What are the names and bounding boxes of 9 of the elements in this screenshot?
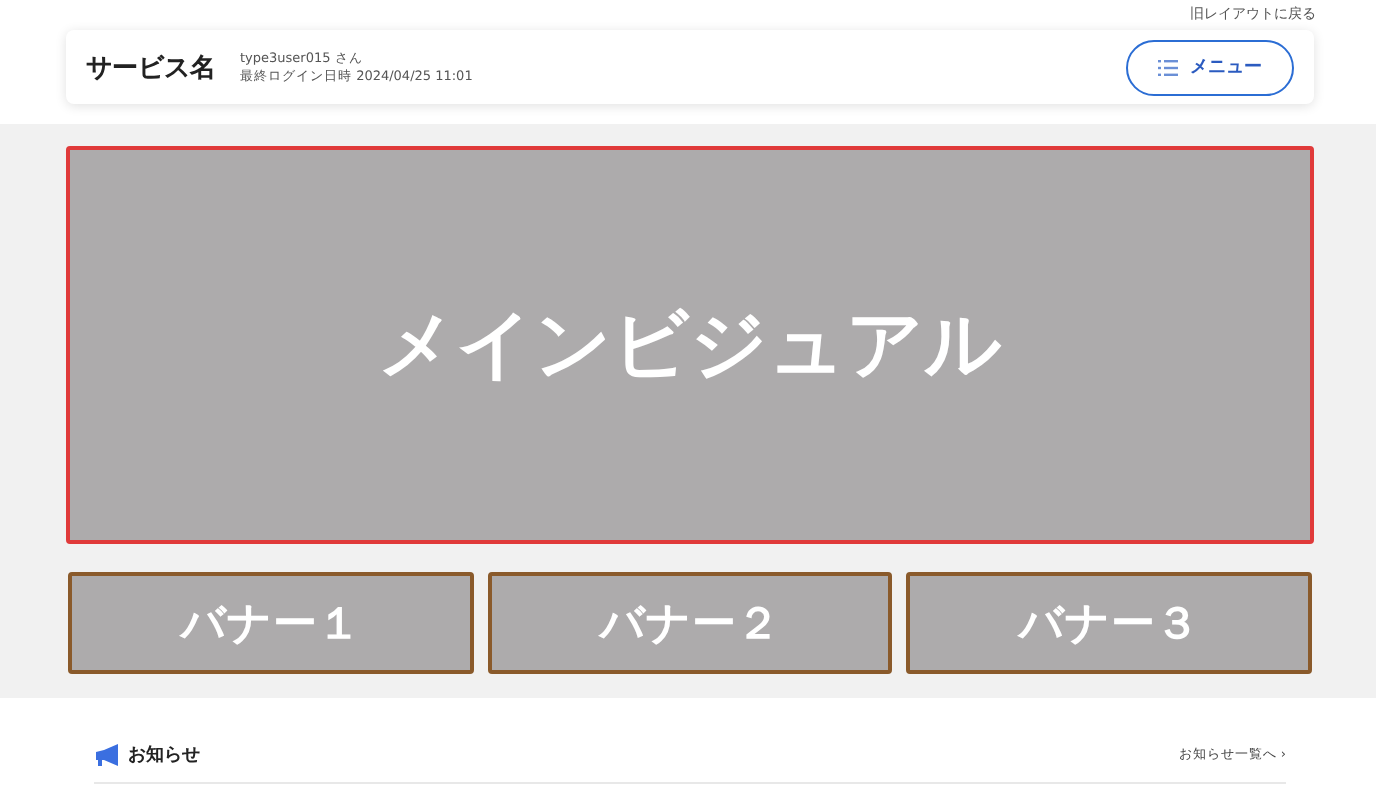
news-title: お知らせ <box>128 743 200 768</box>
service-name: サービス名 <box>86 51 216 85</box>
banner-placeholder[interactable]: バナー３ <box>906 572 1313 674</box>
banner-placeholder[interactable]: バナー１ <box>68 572 474 674</box>
menu-button[interactable]: メニュー <box>1126 39 1294 95</box>
list-icon <box>1158 59 1178 75</box>
main-visual-placeholder[interactable]: メインビジュアル <box>66 146 1314 544</box>
banner-placeholder[interactable]: バナー２ <box>487 572 893 674</box>
megaphone-icon <box>94 743 122 767</box>
